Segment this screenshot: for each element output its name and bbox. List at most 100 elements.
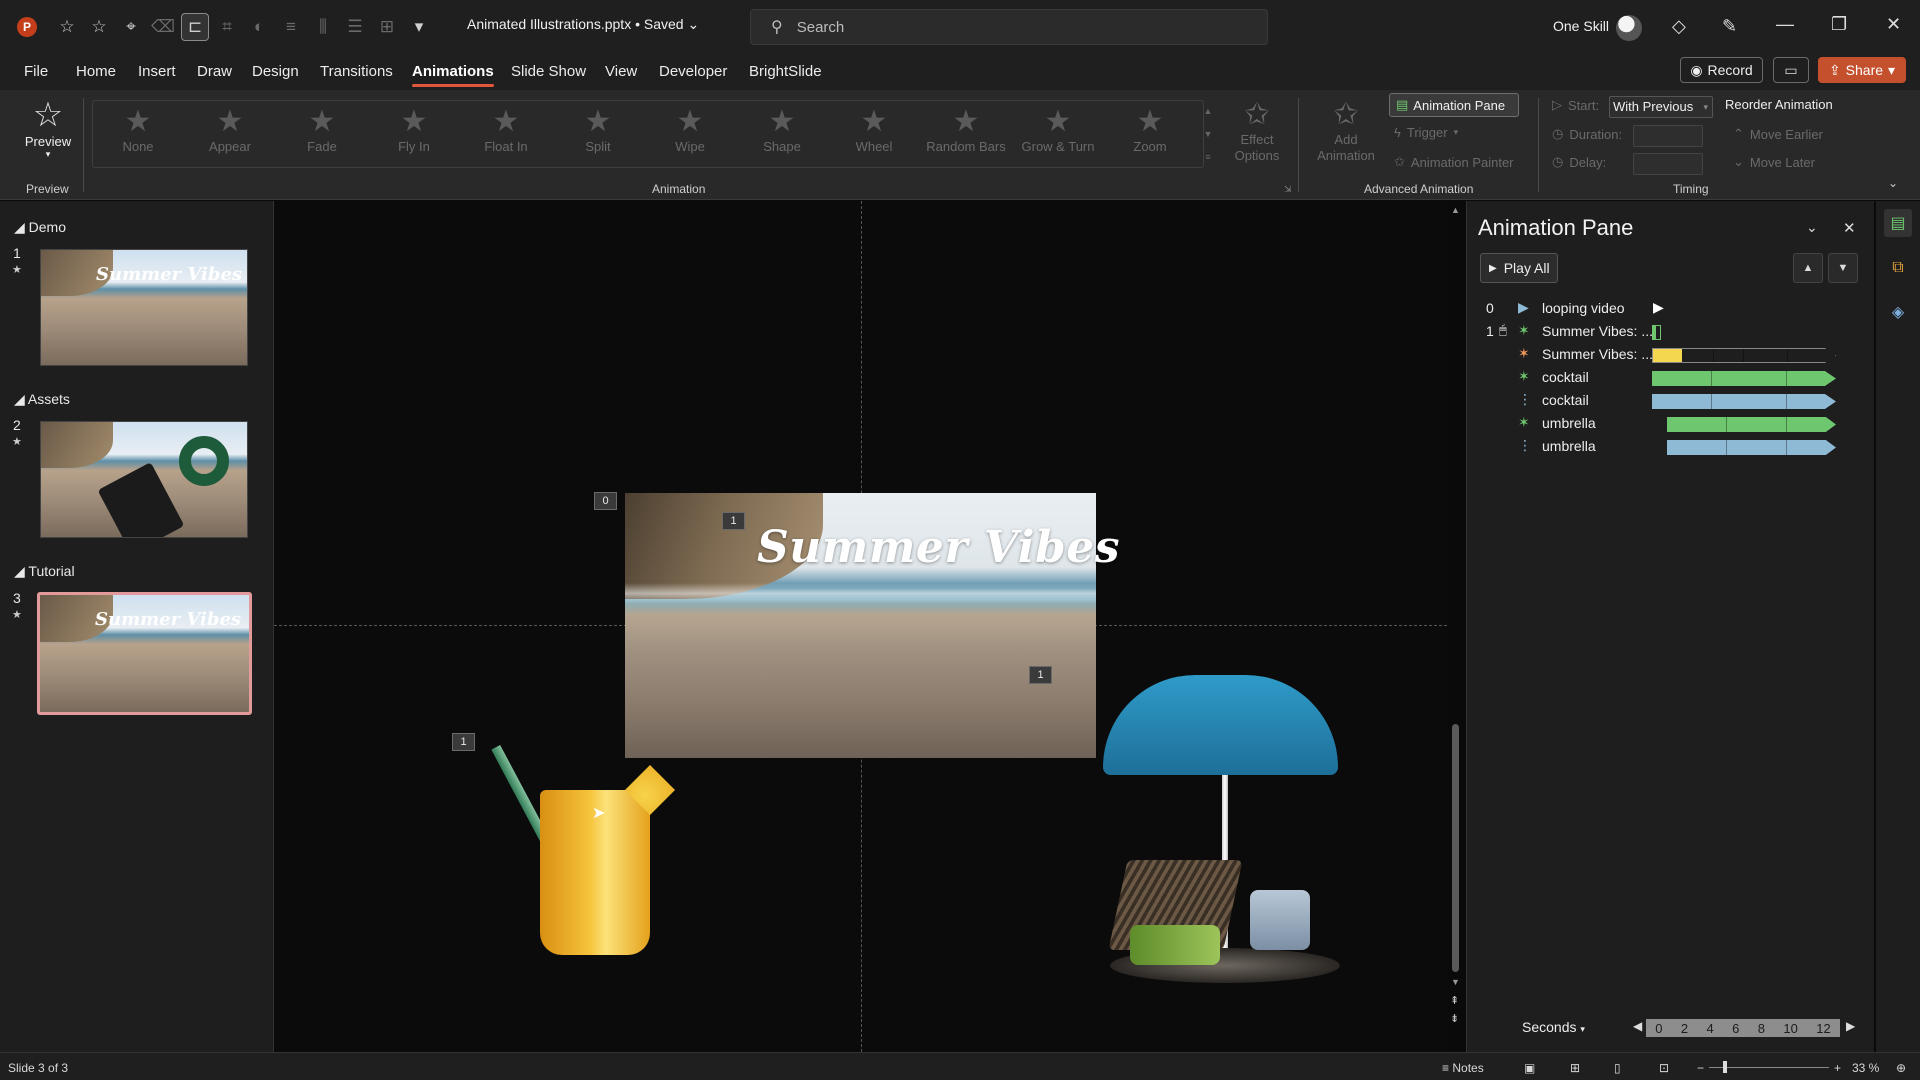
- section-tutorial[interactable]: ◢ Tutorial: [14, 563, 75, 580]
- close-icon[interactable]: ✕: [1886, 14, 1901, 35]
- selection-pane-icon[interactable]: ⧉: [1884, 254, 1912, 282]
- scroll-thumb[interactable]: [1452, 724, 1459, 972]
- zoom-level[interactable]: 33 %: [1852, 1061, 1879, 1075]
- delay-field[interactable]: [1633, 153, 1703, 175]
- zoom-in-icon[interactable]: +: [1834, 1061, 1841, 1075]
- seconds-dropdown[interactable]: Seconds ▾: [1522, 1019, 1585, 1035]
- slide-sorter-icon[interactable]: ⊞: [1570, 1061, 1580, 1075]
- pen-icon[interactable]: ✎: [1722, 16, 1737, 37]
- zoom-slider[interactable]: [1709, 1067, 1829, 1068]
- scroll-up-icon[interactable]: ▲: [1451, 205, 1460, 215]
- rename-icon[interactable]: ⊏: [181, 13, 209, 41]
- restore-icon[interactable]: ❐: [1831, 14, 1847, 35]
- animation-painter-button[interactable]: ✩ Animation Painter: [1394, 154, 1514, 170]
- favorite-star-icon[interactable]: ☆: [85, 13, 113, 41]
- more-icon[interactable]: ≡: [1205, 152, 1210, 162]
- diamond-icon[interactable]: ◇: [1672, 16, 1686, 37]
- scroll-down-icon[interactable]: ▼: [1451, 977, 1460, 987]
- gallery-scroll[interactable]: ▲ ▼ ≡: [1201, 100, 1215, 168]
- eraser-icon[interactable]: ⌫: [149, 13, 177, 41]
- record-button[interactable]: ◉ Record: [1680, 57, 1763, 83]
- tab-file[interactable]: File: [24, 63, 48, 80]
- timeline-ruler[interactable]: 0 2 4 6 8 10 12: [1646, 1019, 1840, 1037]
- start-dropdown[interactable]: With Previous ▾: [1609, 96, 1713, 118]
- stack-icon[interactable]: ☰: [341, 13, 369, 41]
- animation-star-icon[interactable]: ☆: [53, 13, 81, 41]
- zoom-slider-knob[interactable]: [1723, 1061, 1727, 1073]
- tab-slide-show[interactable]: Slide Show: [511, 63, 586, 80]
- customize-toolbar-icon[interactable]: ▾: [405, 13, 433, 41]
- slide-thumbnail-3[interactable]: Summer Vibes: [37, 592, 252, 715]
- preview-button[interactable]: ☆ Preview ▾: [20, 96, 76, 160]
- close-pane-icon[interactable]: ✕: [1843, 219, 1856, 237]
- move-up-button[interactable]: ▲: [1793, 253, 1823, 283]
- timeline-left-icon[interactable]: ◀: [1633, 1019, 1642, 1033]
- animation-tag[interactable]: 0: [594, 492, 617, 510]
- notes-button[interactable]: ≡ Notes: [1442, 1061, 1484, 1075]
- animation-item[interactable]: ✶ umbrella: [1486, 414, 1836, 434]
- shape-fill-icon[interactable]: ◐: [245, 13, 273, 41]
- pane-options-icon[interactable]: ⌄: [1806, 219, 1818, 236]
- fit-to-window-icon[interactable]: ⊕: [1896, 1061, 1906, 1075]
- tab-developer[interactable]: Developer: [659, 63, 727, 80]
- next-slide-icon[interactable]: ⇟: [1450, 1012, 1459, 1025]
- minimize-icon[interactable]: —: [1776, 14, 1794, 35]
- anim-appear[interactable]: ★ Appear: [185, 105, 275, 154]
- comments-button[interactable]: ▭: [1773, 57, 1809, 83]
- move-earlier-button[interactable]: ⌃ Move Earlier: [1733, 126, 1823, 142]
- slideshow-icon[interactable]: ⊡: [1659, 1061, 1669, 1075]
- animation-pane-rail-icon[interactable]: ▤: [1884, 209, 1912, 237]
- anim-random-bars[interactable]: ★ Random Bars: [921, 105, 1011, 154]
- slide-title[interactable]: Summer Vibes: [757, 522, 1120, 573]
- share-button[interactable]: ⇪ Share ▾: [1818, 57, 1906, 83]
- tab-insert[interactable]: Insert: [138, 63, 176, 80]
- slide-thumbnail-2[interactable]: [40, 421, 248, 538]
- animation-tag[interactable]: 1: [1029, 666, 1052, 684]
- animation-pane-toggle[interactable]: ▤ Animation Pane: [1389, 93, 1519, 117]
- avatar[interactable]: [1616, 15, 1642, 41]
- target-icon[interactable]: ⌖: [117, 13, 145, 41]
- duration-field[interactable]: [1633, 125, 1703, 147]
- add-animation-button[interactable]: ✩ Add Animation: [1306, 98, 1386, 164]
- chevron-up-icon[interactable]: ▲: [1204, 106, 1213, 116]
- trigger-button[interactable]: ϟ Trigger ▾: [1394, 125, 1458, 140]
- normal-view-icon[interactable]: ▣: [1524, 1061, 1535, 1075]
- dialog-launcher-icon[interactable]: ⇲: [1284, 184, 1292, 195]
- tab-draw[interactable]: Draw: [197, 63, 232, 80]
- animation-item[interactable]: ✶ Summer Vibes: ...: [1486, 345, 1836, 365]
- anim-shape[interactable]: ★ Shape: [737, 105, 827, 154]
- tab-animations[interactable]: Animations: [412, 63, 494, 87]
- timeline-right-icon[interactable]: ▶: [1846, 1019, 1855, 1033]
- tab-design[interactable]: Design: [252, 63, 299, 80]
- crop-icon[interactable]: ⌗: [213, 13, 241, 41]
- animation-tag[interactable]: 1: [452, 733, 475, 751]
- tab-brightslide[interactable]: BrightSlide: [749, 63, 822, 80]
- anim-fade[interactable]: ★ Fade: [277, 105, 367, 154]
- anim-float-in[interactable]: ★ Float In: [461, 105, 551, 154]
- account-name[interactable]: One Skill: [1553, 18, 1609, 34]
- move-later-button[interactable]: ⌄ Move Later: [1733, 154, 1815, 170]
- animation-item[interactable]: 1 🖱 ✶ Summer Vibes: ...: [1486, 322, 1836, 342]
- tab-transitions[interactable]: Transitions: [320, 63, 393, 80]
- anim-zoom[interactable]: ★ Zoom: [1105, 105, 1195, 154]
- animation-item[interactable]: ⋮ umbrella: [1486, 437, 1836, 457]
- tab-home[interactable]: Home: [76, 63, 116, 80]
- play-all-button[interactable]: ▶ Play All: [1480, 253, 1558, 283]
- previous-slide-icon[interactable]: ⇞: [1450, 994, 1459, 1007]
- section-assets[interactable]: ◢ Assets: [14, 391, 70, 408]
- document-title[interactable]: Animated Illustrations.pptx • Saved ⌄: [467, 16, 699, 33]
- move-down-button[interactable]: ▼: [1828, 253, 1858, 283]
- anim-grow-turn[interactable]: ★ Grow & Turn: [1013, 105, 1103, 154]
- chevron-down-icon[interactable]: ▼: [1204, 129, 1213, 139]
- anim-fly-in[interactable]: ★ Fly In: [369, 105, 459, 154]
- animation-item[interactable]: 0 ▶ looping video ▶: [1486, 299, 1836, 319]
- reading-view-icon[interactable]: ▯: [1614, 1061, 1621, 1075]
- format-shape-icon[interactable]: ◈: [1884, 298, 1912, 326]
- anim-wheel[interactable]: ★ Wheel: [829, 105, 919, 154]
- anim-split[interactable]: ★ Split: [553, 105, 643, 154]
- anim-none[interactable]: ★ None: [93, 105, 183, 154]
- distribute-icon[interactable]: ⫼: [309, 13, 337, 41]
- zoom-out-icon[interactable]: −: [1697, 1061, 1704, 1075]
- anim-wipe[interactable]: ★ Wipe: [645, 105, 735, 154]
- tab-view[interactable]: View: [605, 63, 637, 80]
